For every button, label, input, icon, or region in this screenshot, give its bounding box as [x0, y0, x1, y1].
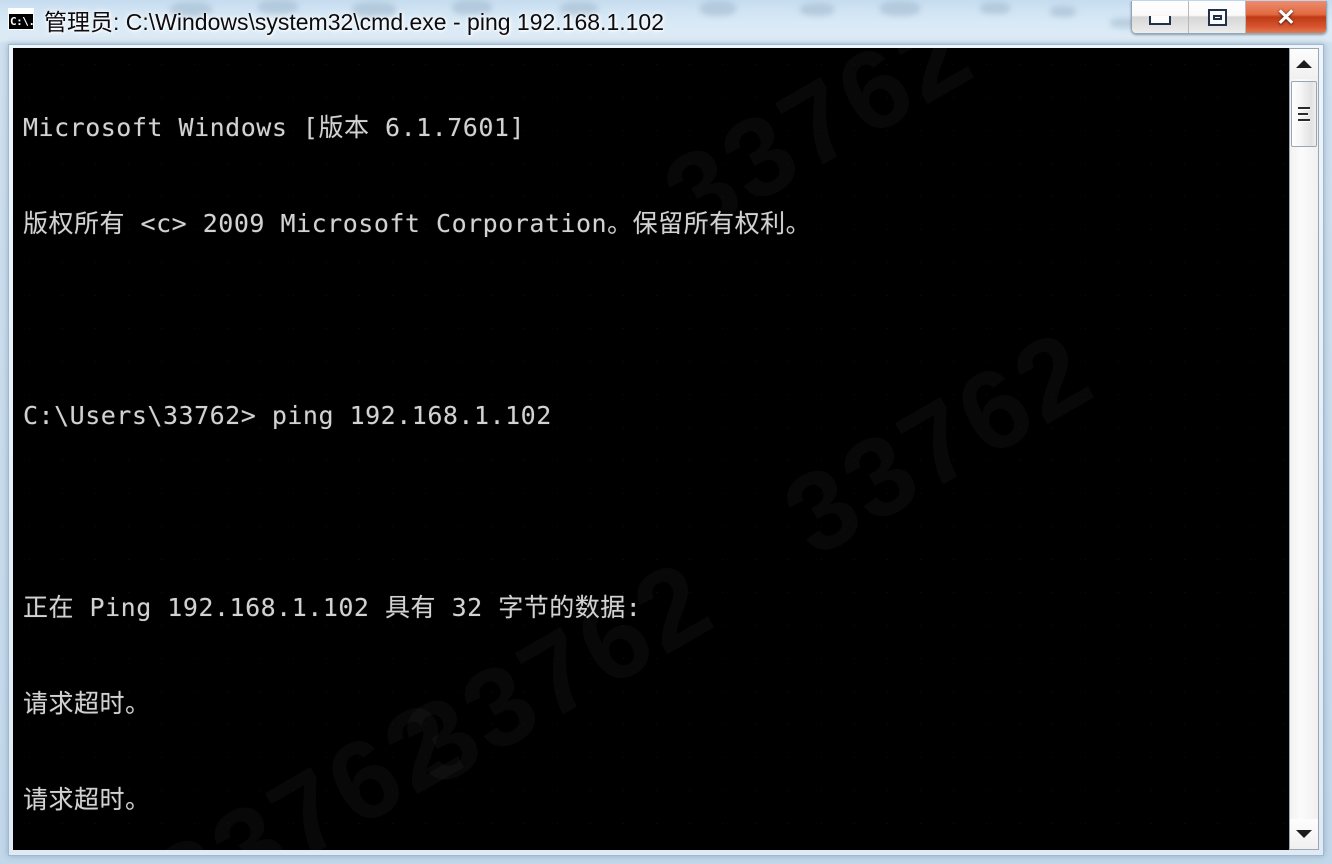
- window-controls: ✕: [1131, 1, 1327, 34]
- console-line: 正在 Ping 192.168.1.102 具有 32 字节的数据:: [23, 593, 642, 622]
- console-line: 请求超时。: [23, 689, 151, 718]
- scroll-up-button[interactable]: [1290, 49, 1318, 79]
- window-titlebar[interactable]: C:\. 管理员: C:\Windows\system32\cmd.exe - …: [0, 0, 1332, 44]
- grip-icon: [1298, 104, 1310, 125]
- screen: C:\. 管理员: C:\Windows\system32\cmd.exe - …: [0, 0, 1332, 864]
- minimize-button[interactable]: [1132, 1, 1189, 33]
- chevron-down-icon: [1296, 830, 1312, 838]
- cmd-console-icon: C:\.: [8, 8, 35, 30]
- window-title: 管理员: C:\Windows\system32\cmd.exe - ping …: [44, 9, 665, 35]
- console-line: 请求超时。: [23, 785, 151, 814]
- cmd-icon-label: C:\.: [10, 15, 35, 28]
- scroll-down-button[interactable]: [1290, 819, 1318, 849]
- minimize-icon: [1149, 15, 1171, 25]
- scrollbar-thumb[interactable]: [1291, 81, 1317, 147]
- chevron-up-icon: [1296, 60, 1312, 68]
- console-window-frame: 33762 33762 33762 33762 Microsoft Window…: [8, 44, 1324, 856]
- console-line: 版权所有 <c> 2009 Microsoft Corporation。保留所有…: [23, 209, 812, 238]
- maximize-icon: [1207, 8, 1227, 26]
- maximize-button[interactable]: [1189, 1, 1246, 33]
- console-line: Microsoft Windows [版本 6.1.7601]: [23, 113, 525, 142]
- close-button[interactable]: ✕: [1246, 1, 1326, 33]
- close-icon: ✕: [1276, 3, 1296, 30]
- console-output-area[interactable]: 33762 33762 33762 33762 Microsoft Window…: [13, 48, 1289, 850]
- console-text-buffer: Microsoft Windows [版本 6.1.7601] 版权所有 <c>…: [23, 48, 1289, 850]
- vertical-scrollbar[interactable]: [1289, 48, 1319, 850]
- console-line: C:\Users\33762> ping 192.168.1.102: [23, 401, 552, 430]
